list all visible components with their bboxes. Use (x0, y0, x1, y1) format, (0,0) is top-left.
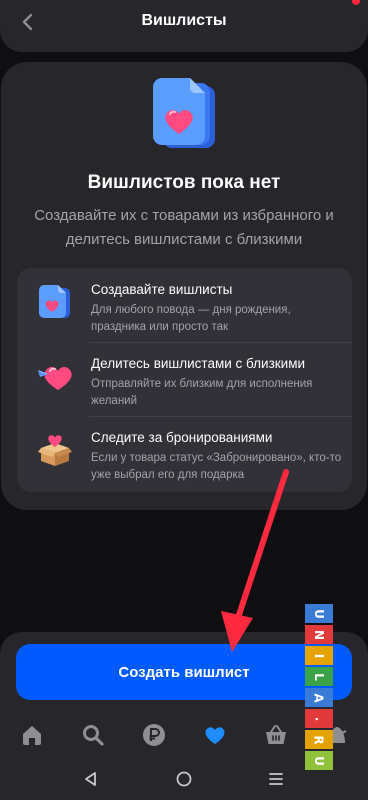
list-item: Следите за бронированиями Если у товара … (17, 416, 352, 490)
header-bar: Вишлисты (0, 0, 368, 52)
watermark-letter: I (305, 646, 333, 665)
nav-favorites[interactable] (202, 722, 228, 748)
back-triangle-icon (85, 772, 96, 786)
watermark-letter: A (305, 688, 333, 707)
feature-title: Создавайте вишлисты (91, 282, 233, 297)
flying-heart-icon (38, 367, 72, 390)
feature-description: Для любого повода — дня рождения, праздн… (91, 304, 291, 333)
feature-title: Делитесь вишлистами с близкими (91, 356, 306, 371)
feature-description: Если у товара статус «Забронировано», кт… (91, 452, 342, 481)
heart-icon (205, 727, 225, 744)
basket-icon (266, 725, 286, 744)
list-item: Делитесь вишлистами с близкими Отправляй… (17, 342, 352, 416)
system-back-button[interactable] (80, 768, 102, 790)
watermark-letter: R (305, 730, 333, 749)
watermark-letter: L (305, 667, 333, 686)
wishlist-doc-icon (39, 285, 70, 318)
watermark-letter: N (305, 625, 333, 644)
home-circle-icon (176, 771, 192, 787)
ruble-icon (143, 724, 165, 746)
nav-finance[interactable] (141, 722, 167, 748)
feature-title: Следите за бронированиями (91, 430, 273, 445)
watermark-letter: . (305, 709, 333, 728)
list-item: Создавайте вишлисты Для любого повода — … (17, 268, 352, 342)
empty-state-card: Вишлистов пока нет Создавайте их с товар… (1, 62, 367, 510)
watermark-letter: U (305, 604, 333, 623)
home-icon (23, 726, 41, 745)
system-recents-button[interactable] (265, 768, 287, 790)
create-wishlist-button[interactable]: Создать вишлист (16, 644, 352, 700)
wishlist-doc-icon (153, 78, 215, 148)
page-title: Вишлисты (141, 12, 227, 29)
features-list: Создавайте вишлисты Для любого повода — … (17, 268, 352, 492)
system-home-button[interactable] (173, 768, 195, 790)
gift-box-icon (38, 435, 72, 466)
search-icon (83, 725, 104, 746)
empty-state-description: Создавайте их с товарами из избранного и… (34, 207, 334, 248)
feature-description: Отправляйте их близким для исполнения же… (91, 378, 313, 407)
recents-icon (269, 773, 283, 785)
nav-search[interactable] (80, 722, 106, 748)
watermark: UNILA.RU (305, 604, 333, 772)
nav-home[interactable] (19, 722, 45, 748)
watermark-letter: U (305, 751, 333, 770)
notification-dot (352, 0, 360, 5)
empty-state-title: Вишлистов пока нет (87, 172, 281, 193)
nav-cart[interactable] (263, 722, 289, 748)
